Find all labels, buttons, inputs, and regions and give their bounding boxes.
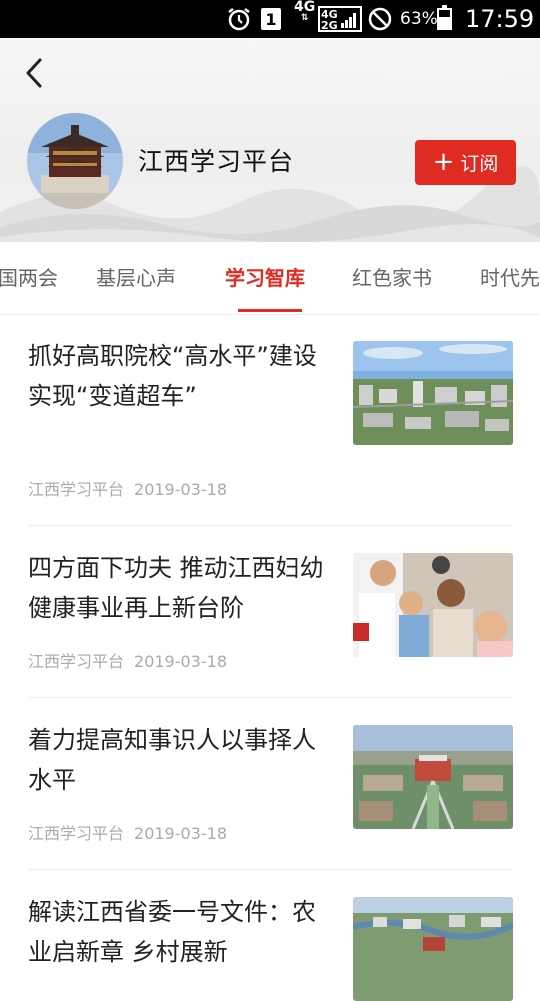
back-button[interactable] [18,56,50,90]
channel-header: 江西学习平台 + 订阅 [0,38,540,242]
article-thumbnail [353,725,513,829]
article-title: 解读江西省委一号文件：农业启新章 乡村展新 [28,898,316,966]
sim-icon: 1 [261,0,281,38]
article-title: 抓好高职院校“高水平”建设 实现“变道超车” [28,342,317,410]
article-date: 2019-03-18 [134,652,227,671]
tab-xuexi-zhiku[interactable]: 学习智库 [225,262,305,291]
article-item[interactable]: 四方面下功夫 推动江西妇幼健康事业再上新台阶 江西学习平台 2019-03-18 [28,548,513,678]
article-source: 江西学习平台 [28,824,125,843]
article-date: 2019-03-18 [134,824,227,843]
list-divider [28,697,513,698]
article-thumbnail [353,341,513,445]
tab-jiceng-xinsheng[interactable]: 基层心声 [96,262,176,291]
category-tabs: 国两会 基层心声 学习智库 红色家书 时代先 [0,242,540,315]
article-meta: 江西学习平台 2019-03-18 [28,648,237,672]
clock: 17:59 [465,5,535,33]
subscribe-label: 订阅 [460,153,499,175]
list-divider [28,525,513,526]
network2-bottom-label: 2G [321,19,338,32]
subscribe-button[interactable]: + 订阅 [415,140,516,185]
battery-icon [437,0,452,38]
tab-lianghui[interactable]: 国两会 [0,262,58,291]
tab-hongse-jiashu[interactable]: 红色家书 [352,262,432,291]
article-item[interactable]: 解读江西省委一号文件：农业启新章 乡村展新 [28,892,513,1001]
status-bar: 1 4G ⇅ 4G 2G 63% 17:59 [0,0,540,38]
battery-fill [439,16,450,28]
chevron-left-icon [26,58,42,88]
battery-percent: 63% [400,9,438,29]
article-title: 着力提高知事识人以事择人水平 [28,726,316,794]
do-not-disturb-icon [367,0,393,38]
article-thumbnail [353,897,513,1001]
article-item[interactable]: 抓好高职院校“高水平”建设 实现“变道超车” 江西学习平台 2019-03-18 [28,336,513,506]
channel-avatar[interactable] [27,113,123,209]
article-date: 2019-03-18 [134,480,227,499]
article-item[interactable]: 着力提高知事识人以事择人水平 江西学习平台 2019-03-18 [28,720,513,850]
article-thumbnail [353,553,513,657]
channel-name: 江西学习平台 [138,147,295,176]
plus-icon: + [432,146,455,177]
sim-slot-label: 1 [261,8,281,30]
tab-shidai[interactable]: 时代先 [480,262,540,291]
article-title: 四方面下功夫 推动江西妇幼健康事业再上新台阶 [28,554,324,622]
article-meta: 江西学习平台 2019-03-18 [28,476,237,500]
article-source: 江西学习平台 [28,480,125,499]
signal-icon: 4G 2G [318,0,362,38]
active-tab-indicator [238,309,302,312]
network1-label: 4G [294,0,316,15]
list-divider [28,869,513,870]
network-4g-icon: 4G ⇅ [294,0,316,23]
article-source: 江西学习平台 [28,652,125,671]
article-meta: 江西学习平台 2019-03-18 [28,820,237,844]
alarm-icon [226,0,252,38]
